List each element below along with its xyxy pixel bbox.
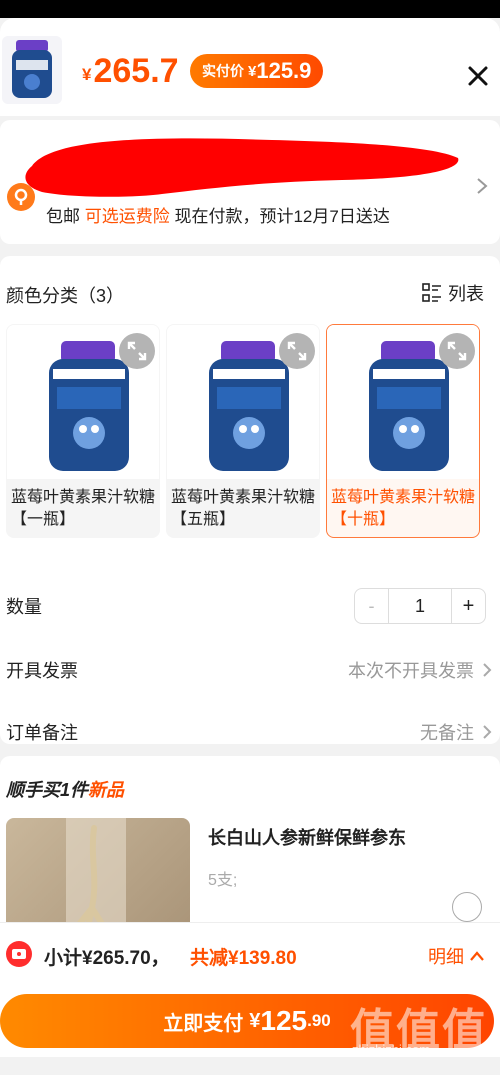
sku-option-selected[interactable]: 蓝莓叶黄素果汁软糖【十瓶】 [326,324,480,538]
location-pin-icon [6,182,36,217]
subtotal-bar: 小计¥265.70， 共减¥139.80 明细 [0,922,500,984]
status-strip [0,0,500,18]
sku-option-name: 蓝莓叶黄素果汁软糖【十瓶】 [331,489,476,528]
price-header: ¥265.7 实付价 ¥ 125.9 [0,18,500,116]
note-row[interactable]: 订单备注 无备注 [6,712,494,752]
expand-icon[interactable] [439,333,475,369]
coupon-icon [6,941,32,967]
invoice-row[interactable]: 开具发票 本次不开具发票 [6,650,494,690]
sku-card: 颜色分类（3） 列表 蓝莓叶黄素果汁软糖【一瓶】 蓝莓叶黄素果汁软糖【五瓶】 蓝… [0,256,500,744]
addon-product-name[interactable]: 长白山人参新鲜保鲜参东 [208,824,406,850]
increment-button[interactable]: + [451,589,485,623]
new-badge: 新品 [88,780,125,800]
quantity-value[interactable]: 1 [389,589,451,623]
decrement-button[interactable]: - [355,589,389,623]
quantity-stepper: - 1 + [354,588,486,624]
original-price: ¥265.7 [82,52,179,90]
addon-title: 顺手买1件新品 [6,780,125,800]
addon-select-radio[interactable] [452,892,482,922]
product-thumbnail [2,36,62,104]
expand-icon[interactable] [119,333,155,369]
order-sheet: ¥265.7 实付价 ¥ 125.9 包邮 可选运费险 现在付款，预计12月7日… [0,18,500,1075]
chevron-right-icon [474,176,490,201]
list-view-label: 列表 [448,284,484,304]
watermark-url: zhizhizhi.com [352,1042,431,1057]
addon-product-image[interactable] [6,818,190,938]
close-icon[interactable] [464,62,492,90]
redacted-address [12,128,462,200]
delivery-estimate: 现在付款，预计12月7日送达 [174,207,390,226]
detail-toggle[interactable]: 明细 [428,943,486,969]
address-card[interactable]: 包邮 可选运费险 现在付款，预计12月7日送达 [0,120,500,244]
addon-product-spec[interactable]: 5支; [208,866,237,890]
chevron-up-icon [470,951,484,961]
note-value: 无备注 [420,723,474,743]
sku-title: 颜色分类（3） [6,286,125,306]
invoice-label: 开具发票 [6,661,78,681]
sku-option[interactable]: 蓝莓叶黄素果汁软糖【五瓶】 [166,324,320,538]
actual-pay-badge: 实付价 ¥ 125.9 [190,54,324,88]
sku-option-name: 蓝莓叶黄素果汁软糖【五瓶】 [171,489,316,528]
note-label: 订单备注 [6,723,78,743]
shipping-insurance-link[interactable]: 可选运费险 [85,207,170,226]
invoice-value: 本次不开具发票 [348,661,474,681]
expand-icon[interactable] [279,333,315,369]
shipping-info: 包邮 可选运费险 现在付款，预计12月7日送达 [46,202,390,227]
list-view-toggle[interactable]: 列表 [422,280,484,306]
chevron-right-icon [483,663,492,677]
detail-label: 明细 [428,947,464,967]
chevron-right-icon [483,725,492,739]
list-view-icon [422,283,441,302]
sku-option-name: 蓝莓叶黄素果汁软糖【一瓶】 [11,489,156,528]
subtotal-text: 小计¥265.70， [44,948,170,969]
discount-text: 共减¥139.80 [190,948,297,969]
sku-option[interactable]: 蓝莓叶黄素果汁软糖【一瓶】 [6,324,160,538]
free-shipping-label: 包邮 [46,207,80,226]
